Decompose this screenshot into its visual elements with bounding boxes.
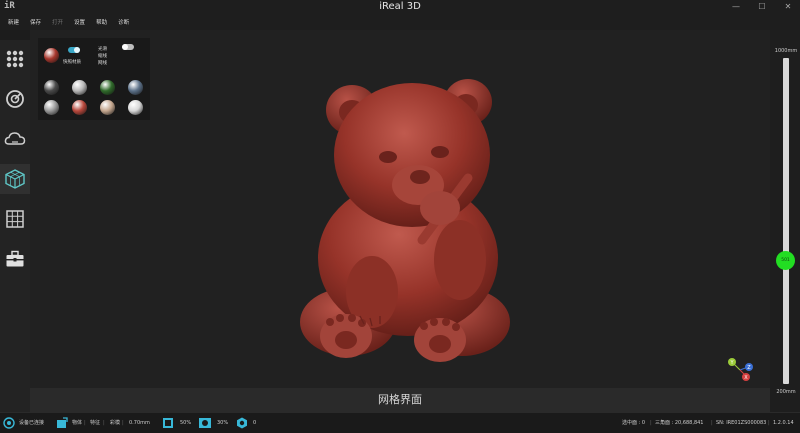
selected-faces: 选中面 : 0 xyxy=(622,420,646,426)
depth-slider-handle[interactable]: 501 xyxy=(776,251,795,270)
menu-help[interactable]: 帮助 xyxy=(96,18,107,26)
cloud-icon xyxy=(4,132,26,145)
tool-cloud[interactable] xyxy=(0,124,30,154)
swatch-light-gray[interactable] xyxy=(44,100,59,115)
device-connected-icon xyxy=(3,417,15,429)
toolbox-icon xyxy=(6,250,24,267)
option-smooth[interactable]: 光滑 xyxy=(98,46,107,52)
axis-x-label: X xyxy=(744,375,748,381)
swatch-silver[interactable] xyxy=(72,80,87,95)
material-panel: 快照材质 光滑 缩线 网线 xyxy=(38,38,150,120)
menu-settings[interactable]: 设置 xyxy=(74,18,85,26)
option-shrink[interactable]: 缩线 xyxy=(98,53,107,59)
mesh-cube-icon xyxy=(5,169,25,189)
swatch-green-glass[interactable] xyxy=(100,80,115,95)
swatch-white[interactable] xyxy=(128,100,143,115)
tool-scan[interactable] xyxy=(0,84,30,114)
scan-target-icon xyxy=(6,90,24,108)
marker-count-icon xyxy=(237,417,247,429)
tool-toolbox[interactable] xyxy=(0,244,30,274)
current-material-ball[interactable] xyxy=(44,48,59,63)
scan-mode-object[interactable]: 物体 xyxy=(72,413,82,433)
triangle-count: 三角面 : 20,688,841 xyxy=(655,420,704,426)
grid-dots-icon xyxy=(6,50,24,68)
marker-count: 0 xyxy=(253,420,257,426)
left-toolbar xyxy=(0,40,30,412)
tool-mesh[interactable] xyxy=(0,164,30,194)
scan-mode-feature[interactable]: 特征 xyxy=(90,413,100,433)
option-wireframe[interactable]: 网线 xyxy=(98,60,107,66)
view-caption: 网格界面 xyxy=(30,388,770,412)
status-bar: 设备已连接 物体 | 特征 | 彩模 | 0.70mm 50% 30% 0 选中… xyxy=(0,412,800,433)
swatch-red-clay[interactable] xyxy=(72,100,87,115)
object-scan-icon xyxy=(57,417,68,428)
mesh-model[interactable] xyxy=(290,60,520,365)
brightness-icon xyxy=(163,418,173,428)
scan-mode-color[interactable]: 彩模 xyxy=(110,413,120,433)
exposure-value[interactable]: 30% xyxy=(217,413,228,433)
depth-max-label: 1000mm xyxy=(774,48,798,54)
swatch-blue-gray[interactable] xyxy=(128,80,143,95)
exposure-icon xyxy=(199,418,211,428)
menu-new[interactable]: 新建 xyxy=(8,18,19,26)
swatch-tan[interactable] xyxy=(100,100,115,115)
swatch-dark-gray[interactable] xyxy=(44,80,59,95)
display-options-toggle[interactable] xyxy=(122,44,134,50)
minimize-button[interactable]: — xyxy=(728,0,744,14)
maximize-button[interactable]: ☐ xyxy=(754,0,770,14)
menu-diagnose[interactable]: 诊断 xyxy=(118,18,129,26)
close-button[interactable]: ✕ xyxy=(780,0,796,14)
serial-number: SN: IRE01ZS000083 xyxy=(716,420,767,426)
menu-open[interactable]: 打开 xyxy=(52,18,63,26)
tool-table[interactable] xyxy=(0,204,30,234)
axis-z-label: Z xyxy=(747,365,751,371)
tool-grid-dots[interactable] xyxy=(0,44,30,74)
menu-bar: 新建 保存 打开 设置 帮助 诊断 xyxy=(0,14,800,30)
brightness-value[interactable]: 50% xyxy=(180,413,191,433)
title-bar: iR iReal 3D — ☐ ✕ xyxy=(0,0,800,14)
window-title: iReal 3D xyxy=(379,1,421,12)
app-version: 1.2.0.14 xyxy=(773,420,794,426)
menu-save[interactable]: 保存 xyxy=(30,18,41,26)
device-status: 设备已连接 xyxy=(19,420,45,426)
fast-material-label: 快照材质 xyxy=(63,60,81,65)
table-grid-icon xyxy=(6,210,24,228)
resolution-value[interactable]: 0.70mm xyxy=(129,413,150,433)
depth-slider-track[interactable] xyxy=(783,58,789,384)
depth-min-label: 200mm xyxy=(776,389,796,395)
fast-material-toggle[interactable] xyxy=(68,47,80,53)
axis-gizmo: Y Z X xyxy=(728,358,753,381)
